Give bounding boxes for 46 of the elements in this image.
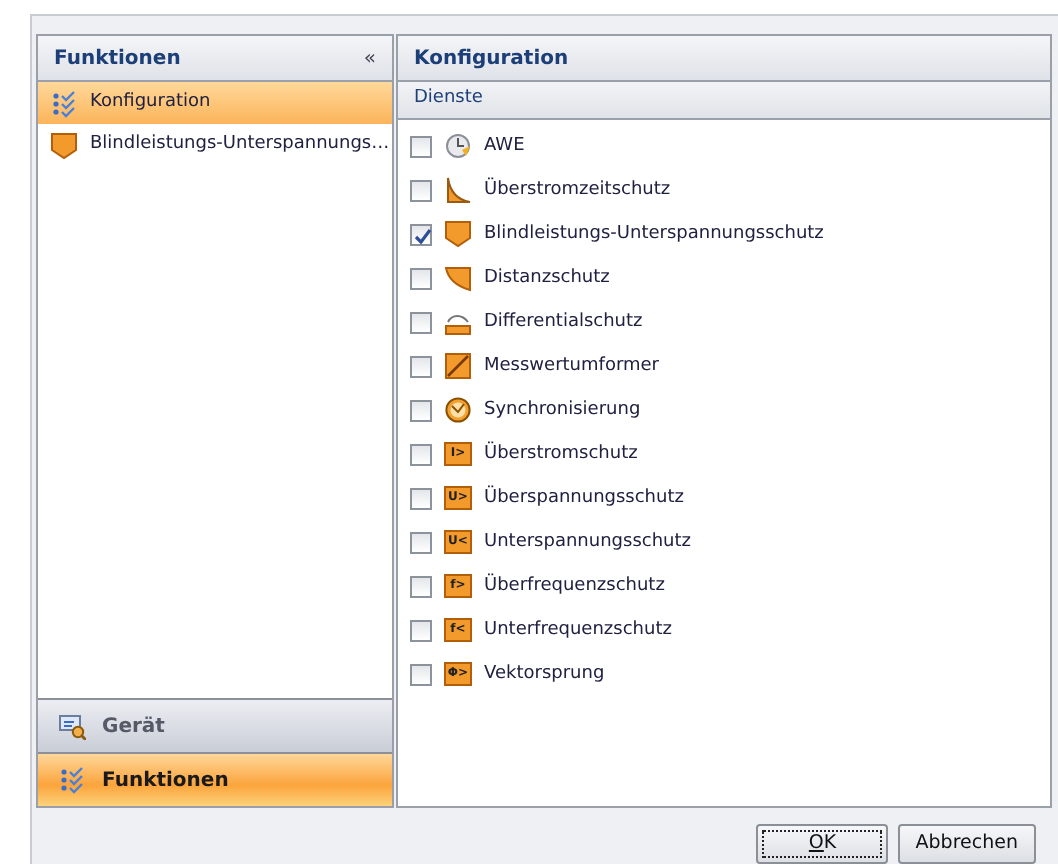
- dial-icon: [444, 396, 472, 425]
- service-label: Differentialschutz: [484, 309, 643, 335]
- shield-icon: [444, 220, 472, 249]
- checkbox[interactable]: [410, 575, 432, 598]
- dialog-button[interactable]: Abbrechen: [897, 824, 1036, 864]
- service-label: Vektorsprung: [484, 661, 605, 687]
- checkbox[interactable]: [410, 399, 432, 422]
- checklist-icon: [50, 89, 78, 117]
- checkbox[interactable]: [410, 663, 432, 686]
- service-label: Überfrequenzschutz: [484, 573, 665, 599]
- device-search-icon: [58, 712, 86, 740]
- section-header: Dienste: [414, 86, 483, 113]
- nav-item[interactable]: Konfiguration: [38, 82, 392, 124]
- dialog-button[interactable]: OK: [756, 824, 889, 864]
- nav-item[interactable]: Blindleistungs-Unterspannungs…: [38, 124, 392, 166]
- wedge-icon: [444, 264, 472, 293]
- checkbox[interactable]: [410, 135, 432, 158]
- checkbox[interactable]: [410, 223, 432, 246]
- checkbox[interactable]: [410, 619, 432, 642]
- checkbox[interactable]: [410, 531, 432, 554]
- section-tab[interactable]: Gerät: [38, 698, 392, 752]
- service-label: Überstromschutz: [484, 441, 638, 467]
- service-label: AWE: [484, 133, 525, 159]
- service-label: Blindleistungs-Unterspannungsschutz: [484, 221, 824, 247]
- shield-icon: [50, 131, 78, 159]
- clock-icon: [444, 132, 472, 161]
- collapse-button[interactable]: «: [363, 43, 376, 73]
- service-label: Überspannungsschutz: [484, 485, 684, 511]
- checkbox[interactable]: [410, 487, 432, 510]
- checkbox[interactable]: [410, 267, 432, 290]
- checkbox[interactable]: [410, 355, 432, 378]
- service-label: Distanzschutz: [484, 265, 610, 291]
- curve-icon: [444, 176, 472, 205]
- diagonal-icon: [444, 352, 472, 381]
- panel-title: Funktionen: [54, 45, 181, 73]
- service-label: Unterspannungsschutz: [484, 529, 691, 555]
- service-label: Synchronisierung: [484, 397, 641, 423]
- checkbox[interactable]: [410, 443, 432, 466]
- checklist-icon: [58, 766, 86, 794]
- section-tab[interactable]: Funktionen: [38, 752, 392, 806]
- panel-title: Konfiguration: [414, 45, 569, 73]
- checkbox[interactable]: [410, 179, 432, 202]
- service-label: Messwertumformer: [484, 353, 659, 379]
- service-label: Unterfrequenzschutz: [484, 617, 672, 643]
- checkbox[interactable]: [410, 311, 432, 334]
- service-label: Überstromzeitschutz: [484, 177, 671, 203]
